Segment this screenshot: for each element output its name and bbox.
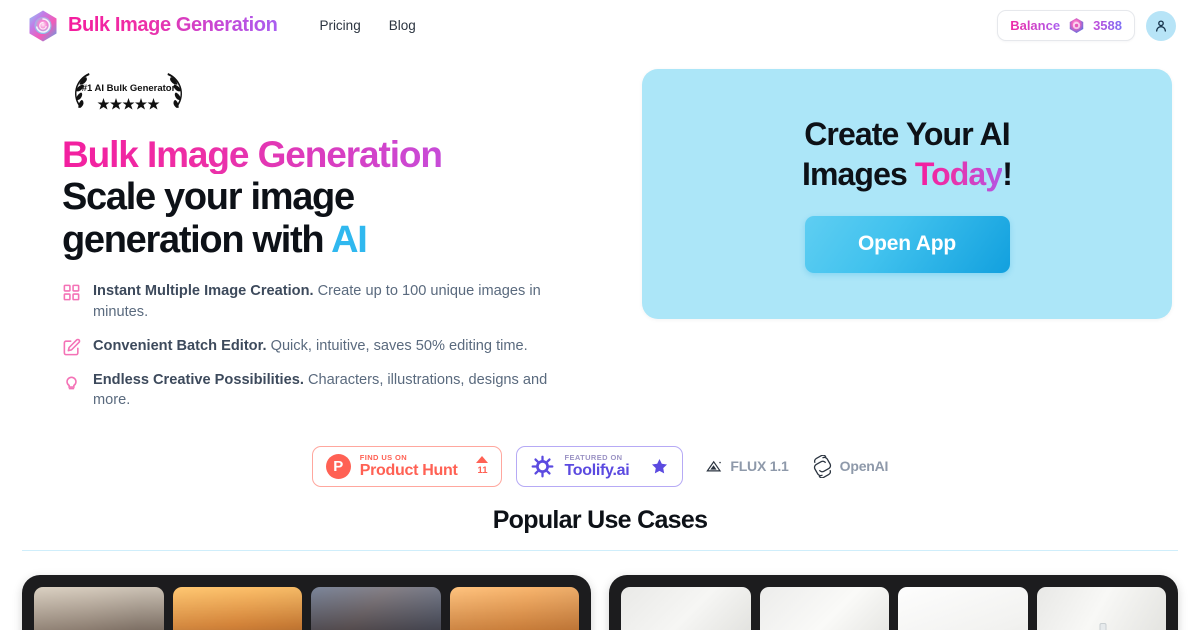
- toolify-name: Toolify.ai: [564, 462, 630, 480]
- product-hunt-icon: P: [325, 453, 351, 479]
- feature-text: Endless Creative Possibilities. Characte…: [93, 370, 553, 411]
- feature-text: Instant Multiple Image Creation. Create …: [93, 281, 553, 322]
- feature-title: Instant Multiple Image Creation.: [93, 283, 314, 300]
- flux-model-name: FLUX 1.1: [730, 458, 789, 475]
- feature-text: Convenient Batch Editor. Quick, intuitiv…: [93, 336, 528, 357]
- user-avatar-icon: [1156, 19, 1166, 32]
- product-hunt-badge[interactable]: P FIND US ON Product Hunt 11: [311, 445, 503, 487]
- edit-square-icon: [63, 338, 81, 355]
- coin-icon: [1069, 18, 1084, 33]
- cta-heading: Create Your AI Images Today!: [801, 115, 1013, 193]
- hexagon-swirl-logo-icon: [29, 10, 57, 41]
- cta-card: Create Your AI Images Today! Open App: [642, 69, 1172, 319]
- use-cases-gallery: [0, 551, 1200, 630]
- cta-heading-line2-prefix: Images: [801, 155, 915, 192]
- feature-body: Quick, intuitive, saves 50% editing time…: [270, 337, 528, 354]
- toolify-ring-icon: [532, 455, 554, 478]
- upvote-triangle-icon: [476, 456, 489, 464]
- star-icon: [652, 458, 668, 474]
- product-hunt-count: 11: [477, 465, 488, 477]
- product-hunt-kicker: FIND US ON: [359, 452, 408, 462]
- gallery-thumb[interactable]: [311, 587, 441, 630]
- cta-heading-highlight: Today: [914, 155, 1003, 192]
- partner-badges: P FIND US ON Product Hunt 11 FEATURED ON…: [0, 445, 1200, 487]
- main-nav: Pricing Blog: [319, 18, 415, 33]
- openai-icon: [813, 454, 831, 478]
- hero-left-column: #1 AI Bulk Generator Bulk Image Generati…: [28, 69, 588, 424]
- gallery-thumb[interactable]: [621, 587, 751, 630]
- people-portraits-card[interactable]: [22, 575, 591, 630]
- hero-heading: Scale your image generation with AI: [28, 176, 588, 262]
- product-photos-card[interactable]: [609, 575, 1178, 630]
- svg-text:#1 AI Bulk Generator: #1 AI Bulk Generator: [82, 83, 176, 94]
- flux-model-badge: FLUX 1.1: [705, 457, 789, 476]
- hero-gradient-heading: Bulk Image Generation: [28, 135, 588, 174]
- feature-item-endless-creative-possibilities: Endless Creative Possibilities. Characte…: [62, 370, 588, 411]
- balance-value: 3588: [1093, 18, 1122, 33]
- nav-item-pricing[interactable]: Pricing: [319, 18, 360, 33]
- hero-heading-line1: Scale your image: [62, 176, 355, 219]
- feature-item-instant-multiple-image-creation: Instant Multiple Image Creation. Create …: [62, 281, 588, 322]
- nav-item-blog[interactable]: Blog: [389, 18, 416, 33]
- toolify-kicker: FEATURED ON: [564, 452, 623, 462]
- toolify-badge[interactable]: FEATURED ON Toolify.ai: [516, 445, 684, 487]
- cta-heading-line2-suffix: !: [1002, 155, 1013, 192]
- laurel-wreath-badge-icon: #1 AI Bulk Generator: [75, 73, 182, 110]
- product-hunt-text: FIND US ON Product Hunt: [360, 454, 458, 480]
- gallery-thumb[interactable]: [34, 587, 164, 630]
- hero-heading-line2: generation with: [62, 219, 332, 262]
- gallery-thumb[interactable]: [449, 587, 579, 630]
- feature-list: Instant Multiple Image Creation. Create …: [28, 281, 588, 411]
- feature-item-convenient-batch-editor: Convenient Batch Editor. Quick, intuitiv…: [62, 336, 588, 357]
- balance-label: Balance: [1010, 18, 1061, 33]
- gallery-thumb[interactable]: [172, 587, 302, 630]
- toolify-text: FEATURED ON Toolify.ai: [564, 454, 629, 480]
- feature-title: Convenient Batch Editor.: [93, 337, 267, 354]
- header-actions: Balance 3588: [997, 10, 1176, 41]
- product-hunt-upvote[interactable]: 11: [476, 456, 489, 477]
- hero-section: #1 AI Bulk Generator Bulk Image Generati…: [0, 69, 1200, 424]
- use-cases-title: Popular Use Cases: [492, 505, 708, 534]
- openai-model-name: OpenAI: [839, 458, 889, 475]
- cta-heading-line1: Create Your AI: [804, 116, 1010, 153]
- hero-heading-accent: AI: [331, 219, 368, 262]
- site-header: Bulk Image Generation Pricing Blog Balan…: [0, 0, 1200, 51]
- grid-icon: [63, 284, 80, 301]
- gallery-thumb[interactable]: [759, 587, 889, 630]
- gallery-thumb[interactable]: [1036, 587, 1166, 630]
- brand-logo-link[interactable]: Bulk Image Generation: [28, 10, 278, 42]
- flux-triangle-icon: [706, 460, 722, 472]
- feature-title: Endless Creative Possibilities.: [93, 371, 304, 388]
- lightbulb-icon: [66, 376, 77, 389]
- balance-pill[interactable]: Balance 3588: [997, 10, 1135, 41]
- openai-model-badge: OpenAI: [811, 454, 889, 478]
- product-hunt-logo-letter: P: [333, 457, 344, 475]
- open-app-button[interactable]: Open App: [804, 215, 1010, 273]
- user-avatar-button[interactable]: [1146, 10, 1176, 41]
- gallery-thumb[interactable]: [898, 587, 1028, 630]
- product-hunt-name: Product Hunt: [359, 462, 458, 480]
- brand-name: Bulk Image Generation: [68, 14, 278, 36]
